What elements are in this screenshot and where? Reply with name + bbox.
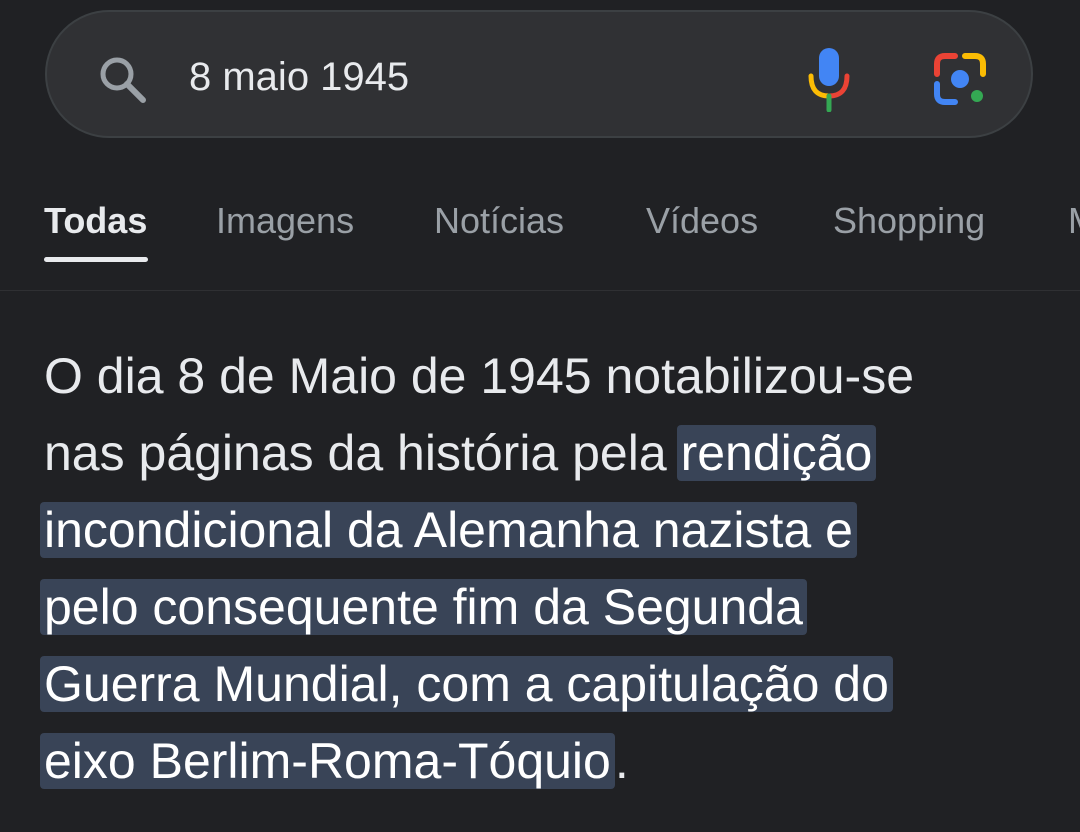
snippet-highlight: incondicional da Alemanha nazista e xyxy=(40,502,857,558)
tab-imagens[interactable]: Imagens xyxy=(216,198,354,244)
microphone-icon[interactable] xyxy=(805,46,853,112)
snippet-highlight: pelo consequente fim da Segunda xyxy=(40,579,807,635)
snippet-line: O dia 8 de Maio de 1945 notabilizou-se xyxy=(44,348,915,404)
search-bar[interactable]: 8 maio 1945 xyxy=(45,10,1033,138)
featured-snippet: O dia 8 de Maio de 1945 notabilizou-se n… xyxy=(40,338,1044,800)
active-tab-indicator xyxy=(44,257,148,262)
search-icon[interactable] xyxy=(97,54,149,106)
snippet-period: . xyxy=(614,733,629,789)
tab-more-cut-off[interactable]: M xyxy=(1068,198,1080,244)
search-input[interactable]: 8 maio 1945 xyxy=(189,52,409,102)
tab-todas[interactable]: Todas xyxy=(44,198,147,244)
tab-videos[interactable]: Vídeos xyxy=(646,198,758,244)
search-tabs: Todas Imagens Notícias Vídeos Shopping M xyxy=(0,180,1080,291)
tab-noticias[interactable]: Notícias xyxy=(434,198,564,244)
snippet-highlight: rendição xyxy=(676,425,877,481)
snippet-highlight: eixo Berlim-Roma-Tóquio xyxy=(40,733,615,789)
snippet-line: nas páginas da história pela xyxy=(44,425,667,481)
snippet-highlight: Guerra Mundial, com a capitulação do xyxy=(40,656,893,712)
tab-shopping[interactable]: Shopping xyxy=(833,198,985,244)
google-lens-icon[interactable] xyxy=(931,50,989,108)
